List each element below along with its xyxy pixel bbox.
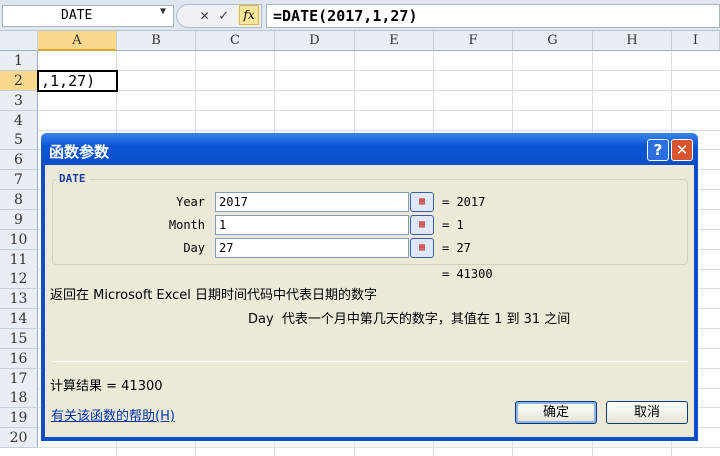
month-input[interactable]: 1 [215, 215, 409, 235]
column-header-f[interactable]: F [434, 31, 513, 51]
column-header-d[interactable]: D [275, 31, 355, 51]
day-result: = 27 [442, 241, 471, 255]
cancel-button[interactable]: 取消 [606, 401, 688, 424]
collapse-dialog-icon[interactable]: ▦ [410, 192, 434, 212]
row-header-14[interactable]: 14 [0, 309, 38, 330]
ok-button[interactable]: 确定 [515, 401, 597, 424]
row-header-10[interactable]: 10 [0, 229, 38, 250]
enter-icon[interactable]: ✓ [219, 6, 228, 24]
cancel-icon[interactable]: ✕ [200, 6, 209, 24]
select-all-corner[interactable] [0, 31, 38, 51]
formula-input[interactable]: =DATE(2017,1,27) [266, 4, 720, 28]
row-header-7[interactable]: 7 [0, 170, 38, 191]
dialog-body: DATE Year 2017 ▦ = 2017 Month 1 ▦ = 1 Day … [45, 165, 694, 437]
row-header-8[interactable]: 8 [0, 189, 38, 210]
row-header-2[interactable]: 2 [0, 70, 38, 91]
month-label: Month [168, 218, 205, 232]
function-arguments-dialog: 函数参数 ? ✕ DATE Year 2017 ▦ = 2017 Month 1 … [41, 133, 698, 441]
function-description: 返回在 Microsoft Excel 日期时间代码中代表日期的数字 [50, 288, 377, 303]
column-header-c[interactable]: C [196, 31, 275, 51]
argument-description: Day 代表一个月中第几天的数字，其值在 1 到 31 之间 [248, 312, 571, 327]
name-box-dropdown-icon[interactable]: ▼ [160, 6, 166, 17]
insert-function-icon[interactable]: fx [239, 5, 259, 25]
row-gridline [38, 89, 720, 91]
formula-result: = 41300 [442, 267, 493, 281]
row-gridline [38, 447, 720, 449]
row-header-9[interactable]: 9 [0, 209, 38, 230]
day-label: Day [183, 241, 205, 255]
row-header-13[interactable]: 13 [0, 289, 38, 310]
column-header-b[interactable]: B [117, 31, 196, 51]
column-header-a[interactable]: A [38, 31, 117, 51]
row-header-3[interactable]: 3 [0, 90, 38, 111]
day-input[interactable]: 27 [215, 238, 409, 258]
year-label: Year [176, 195, 205, 209]
row-header-6[interactable]: 6 [0, 150, 38, 171]
formula-bar: DATE ▼ ✕ ✓ fx =DATE(2017,1,27) [0, 0, 720, 31]
collapse-dialog-icon[interactable]: ▦ [410, 215, 434, 235]
column-header-e[interactable]: E [355, 31, 434, 51]
calculation-result: 计算结果 = 41300 [50, 379, 163, 394]
function-name: DATE [56, 172, 89, 185]
row-header-11[interactable]: 11 [0, 249, 38, 270]
column-headers: ABCDEFGHI [0, 31, 720, 51]
row-gridline [38, 70, 720, 71]
row-header-17[interactable]: 17 [0, 368, 38, 389]
row-header-16[interactable]: 16 [0, 348, 38, 369]
year-result: = 2017 [442, 195, 486, 209]
row-header-20[interactable]: 20 [0, 428, 38, 449]
divider [52, 361, 688, 362]
collapse-dialog-icon[interactable]: ▦ [410, 238, 434, 258]
row-header-5[interactable]: 5 [0, 130, 38, 151]
row-header-12[interactable]: 12 [0, 269, 38, 290]
row-header-15[interactable]: 15 [0, 328, 38, 349]
help-link[interactable]: 有关该函数的帮助(H) [51, 405, 175, 424]
column-header-h[interactable]: H [593, 31, 672, 51]
row-header-4[interactable]: 4 [0, 110, 38, 131]
row-header-19[interactable]: 19 [0, 408, 38, 429]
year-input[interactable]: 2017 [215, 192, 409, 212]
active-cell-a2[interactable]: ,1,27) [37, 70, 118, 92]
row-gridline [38, 109, 720, 111]
row-gridline [38, 129, 720, 131]
name-box[interactable]: DATE [2, 5, 174, 27]
row-header-18[interactable]: 18 [0, 388, 38, 409]
close-icon[interactable]: ✕ [671, 139, 693, 161]
help-icon[interactable]: ? [647, 139, 669, 161]
column-header-g[interactable]: G [513, 31, 593, 51]
month-result: = 1 [442, 218, 464, 232]
column-header-i[interactable]: I [672, 31, 720, 51]
dialog-title: 函数参数 [41, 133, 698, 165]
row-header-1[interactable]: 1 [0, 51, 38, 71]
